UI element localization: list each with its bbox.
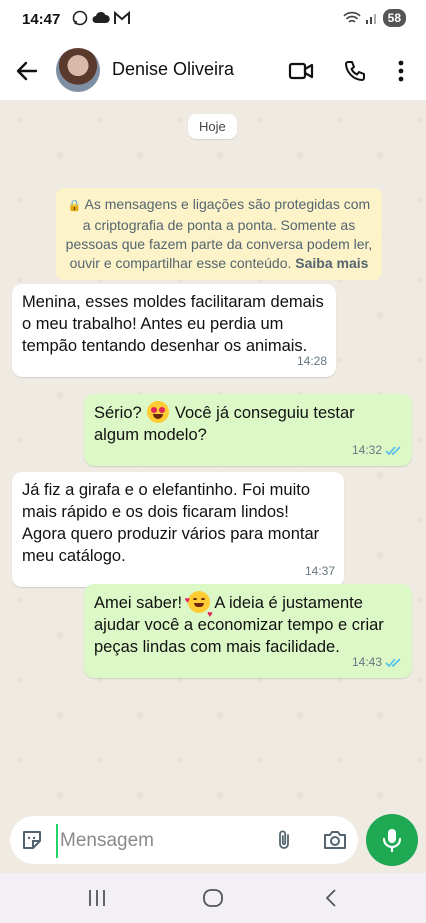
message-text: Já fiz a girafa e o elefantinho. Foi mui… <box>22 481 320 565</box>
chat-header: Denise Oliveira <box>0 40 426 100</box>
home-icon <box>203 889 223 907</box>
sticker-icon[interactable] <box>20 828 44 852</box>
message-bubble-incoming[interactable]: Já fiz a girafa e o elefantinho. Foi mui… <box>12 472 344 587</box>
contact-name[interactable]: Denise Oliveira <box>112 59 234 80</box>
home-button[interactable] <box>200 887 226 909</box>
avatar[interactable] <box>56 48 100 92</box>
message-meta: 14:28 <box>297 350 327 372</box>
phone-icon <box>345 61 365 81</box>
message-text-start: Amei saber! <box>94 594 183 612</box>
gmail-icon <box>114 11 130 24</box>
back-arrow-icon[interactable] <box>14 58 40 84</box>
message-time: 14:43 <box>351 655 382 669</box>
message-time: 14:37 <box>304 564 335 578</box>
camera-icon[interactable] <box>322 828 348 852</box>
recent-apps-button[interactable] <box>84 887 110 909</box>
heart-eyes-emoji <box>147 401 170 423</box>
read-receipt-icon <box>385 657 401 667</box>
message-bubble-outgoing[interactable]: Sério? Você já conseguiu testar algum mo… <box>84 394 412 466</box>
message-time: 14:28 <box>296 354 327 368</box>
message-time: 14:32 <box>351 443 382 457</box>
attach-icon[interactable] <box>272 828 296 852</box>
system-icons: 58 <box>343 9 406 27</box>
whatsapp-icon <box>72 10 88 26</box>
system-navigation-bar <box>0 873 426 923</box>
message-bubble-outgoing[interactable]: Amei saber! ♥ ♥ A ideia é justamente aju… <box>84 584 412 678</box>
notification-icons <box>72 10 130 26</box>
message-bubble-incoming[interactable]: Menina, esses moldes facilitaram demais … <box>12 284 336 377</box>
learn-more-link[interactable]: Saiba mais <box>295 255 368 271</box>
chat-area[interactable]: Hoje 🔒 As mensagens e ligações são proteg… <box>0 100 426 810</box>
voice-call-button[interactable] <box>340 56 370 86</box>
video-call-icon <box>288 62 314 80</box>
voice-message-button[interactable] <box>366 814 418 866</box>
message-text-start: Sério? <box>94 404 142 422</box>
message-meta: 14:37 <box>305 560 335 582</box>
cloud-icon <box>92 11 110 23</box>
smiling-hearts-emoji: ♥ ♥ <box>185 591 213 619</box>
lock-icon: 🔒 <box>67 200 82 212</box>
microphone-icon <box>382 829 402 853</box>
signal-icon <box>365 14 376 24</box>
recent-apps-icon <box>89 890 105 906</box>
read-receipt-icon <box>385 445 401 455</box>
video-call-button[interactable] <box>286 56 316 86</box>
more-options-button[interactable] <box>386 56 416 86</box>
message-composer <box>10 816 358 864</box>
wifi-icon <box>343 11 361 23</box>
message-meta: 14:32 <box>352 439 403 461</box>
status-time: 14:47 <box>22 11 61 28</box>
back-button[interactable] <box>318 887 344 909</box>
more-icon <box>398 60 404 82</box>
date-chip: Hoje <box>188 114 237 139</box>
message-meta: 14:43 <box>352 651 403 673</box>
message-text: Menina, esses moldes facilitaram demais … <box>22 293 324 355</box>
back-chevron-icon <box>325 889 336 907</box>
status-bar: 14:47 58 <box>0 0 426 40</box>
encryption-notice[interactable]: 🔒 As mensagens e ligações são protegidas … <box>56 188 382 280</box>
message-input[interactable] <box>56 824 262 858</box>
battery-level: 58 <box>382 9 406 27</box>
